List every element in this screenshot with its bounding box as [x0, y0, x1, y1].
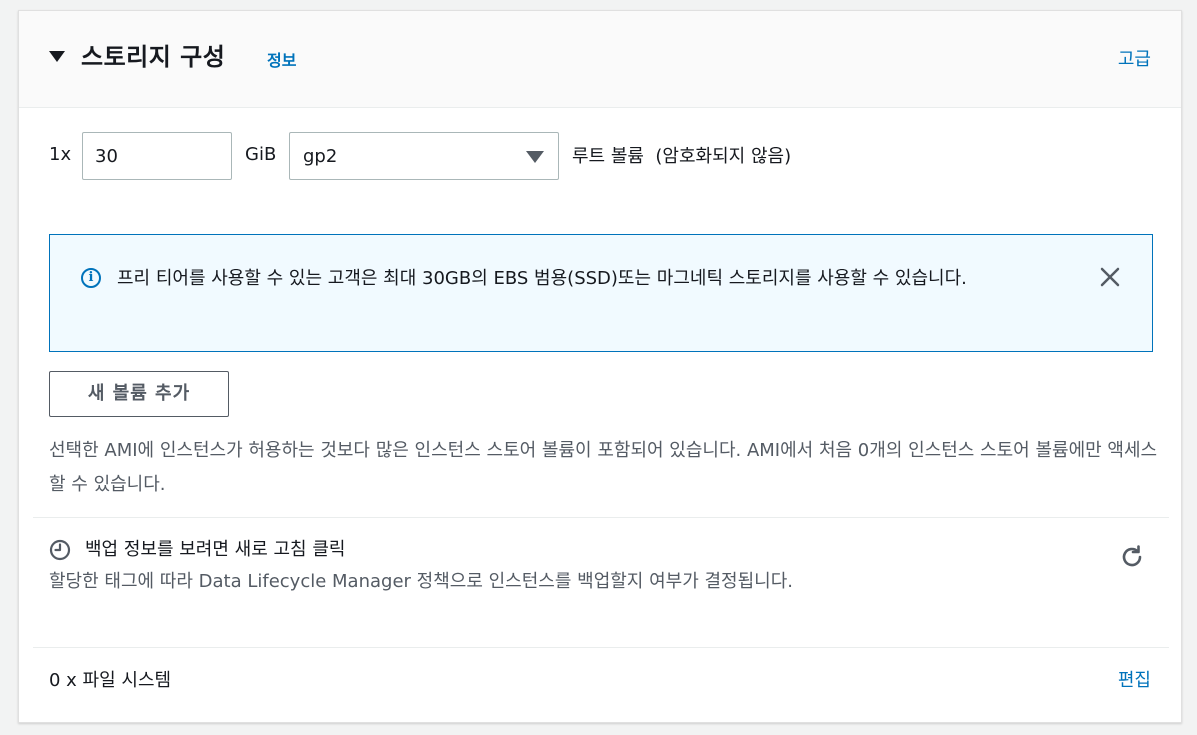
file-system-label: 0 x 파일 시스템: [49, 670, 172, 691]
volume-count-label: 1x: [49, 144, 72, 165]
free-tier-alert: i 프리 티어를 사용할 수 있는 고객은 최대 30GB의 EBS 범용(SS…: [49, 234, 1153, 352]
divider: [33, 517, 1169, 518]
panel-header: 스토리지 구성 정보 고급: [19, 11, 1181, 108]
backup-info-title: 백업 정보를 보려면 새로 고침 클릭: [85, 539, 346, 560]
volume-type-value: gp2: [303, 146, 338, 167]
alert-message: 프리 티어를 사용할 수 있는 고객은 최대 30GB의 EBS 범용(SSD)…: [117, 268, 967, 289]
volume-type-select[interactable]: gp2: [289, 132, 559, 180]
backup-info-description: 할당한 태그에 따라 Data Lifecycle Manager 정책으로 인…: [49, 571, 794, 592]
volume-size-input[interactable]: [82, 132, 232, 180]
info-icon: i: [81, 268, 101, 288]
storage-config-panel: 스토리지 구성 정보 고급 1x GiB gp2 루트 볼륨 (암호화되지 않음…: [18, 10, 1182, 723]
advanced-link[interactable]: 고급: [1118, 45, 1151, 71]
panel-title: 스토리지 구성: [81, 43, 226, 71]
info-link[interactable]: 정보: [267, 47, 296, 71]
caret-down-icon[interactable]: [49, 51, 65, 62]
root-volume-label: 루트 볼륨 (암호화되지 않음): [572, 146, 792, 167]
clock-icon: [49, 539, 71, 561]
divider: [33, 647, 1169, 648]
close-icon[interactable]: [1098, 265, 1122, 289]
add-volume-button[interactable]: 새 볼륨 추가: [49, 371, 229, 417]
edit-file-system-link[interactable]: 편집: [1118, 666, 1151, 692]
refresh-icon[interactable]: [1119, 544, 1145, 570]
volume-unit-label: GiB: [245, 144, 277, 165]
dropdown-arrow-icon: [526, 151, 544, 163]
ami-instance-store-note: 선택한 AMI에 인스턴스가 허용하는 것보다 많은 인스턴스 스토어 볼륨이 …: [49, 440, 1158, 495]
